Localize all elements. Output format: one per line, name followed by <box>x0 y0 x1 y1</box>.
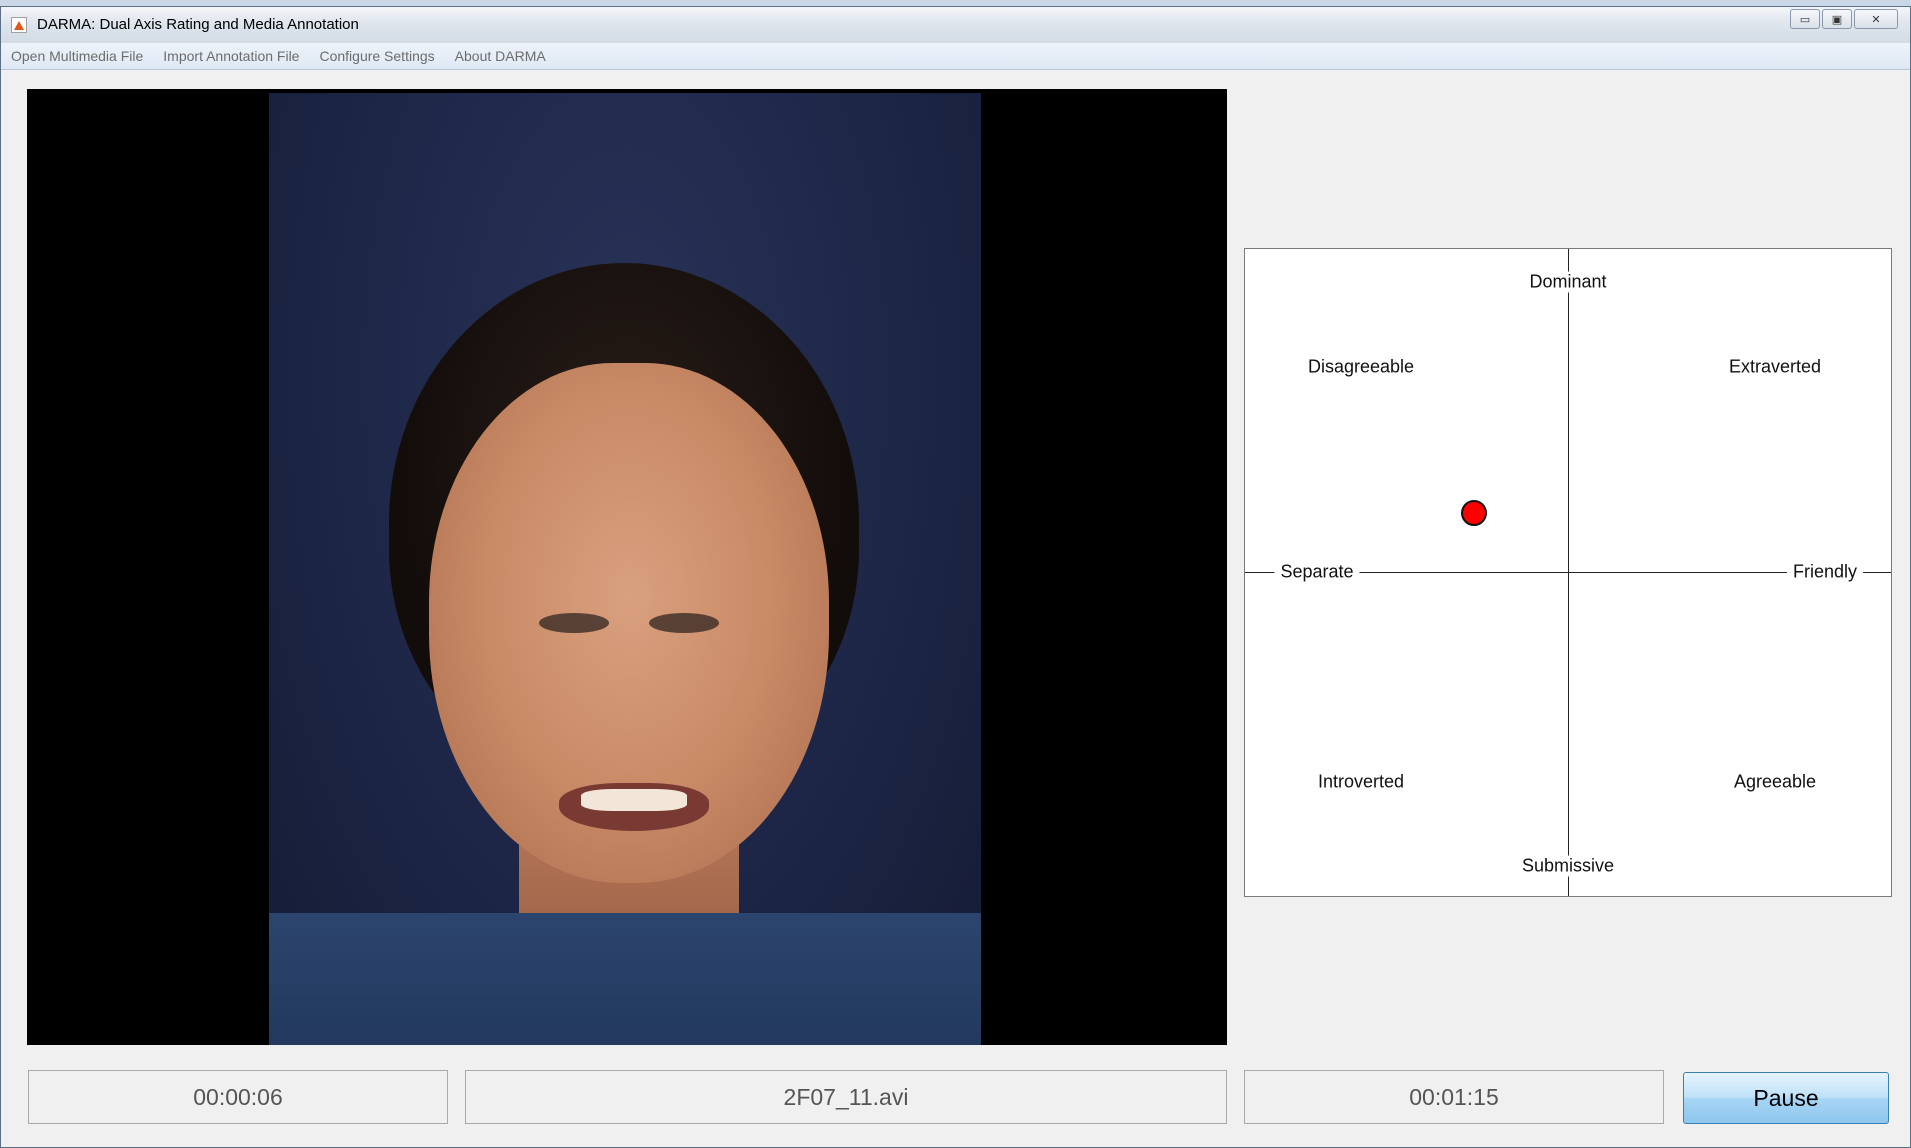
title-bar[interactable]: DARMA: Dual Axis Rating and Media Annota… <box>1 7 1910 44</box>
video-frame-face <box>269 93 981 1045</box>
label-extraverted: Extraverted <box>1722 356 1828 378</box>
video-subject-mouth <box>559 783 709 831</box>
video-subject-shirt <box>269 913 981 1045</box>
video-player <box>27 89 1227 1045</box>
rating-marker[interactable] <box>1461 500 1487 526</box>
label-disagreeable: Disagreeable <box>1301 356 1421 378</box>
pause-button[interactable]: Pause <box>1683 1072 1889 1124</box>
window-title: DARMA: Dual Axis Rating and Media Annota… <box>37 16 359 33</box>
video-subject-right-eye <box>649 613 719 633</box>
video-subject-teeth <box>581 789 687 811</box>
label-submissive: Submissive <box>1515 855 1621 877</box>
close-button[interactable]: ✕ <box>1854 9 1898 29</box>
window-controls: ▭ ▣ ✕ <box>1790 9 1898 29</box>
duration-display: 00:01:15 <box>1244 1070 1664 1124</box>
elapsed-time-display: 00:00:06 <box>28 1070 448 1124</box>
label-friendly: Friendly <box>1786 561 1864 583</box>
menu-configure-settings[interactable]: Configure Settings <box>319 48 434 64</box>
rating-grid[interactable]: Dominant Submissive Separate Friendly Di… <box>1244 248 1892 897</box>
menu-about-darma[interactable]: About DARMA <box>455 48 546 64</box>
minimize-button[interactable]: ▭ <box>1790 9 1820 29</box>
maximize-button[interactable]: ▣ <box>1822 9 1852 29</box>
matlab-app-icon <box>11 17 27 33</box>
menu-open-multimedia-file[interactable]: Open Multimedia File <box>11 48 143 64</box>
label-dominant: Dominant <box>1523 271 1613 293</box>
filename-display: 2F07_11.avi <box>465 1070 1227 1124</box>
label-introverted: Introverted <box>1311 771 1411 793</box>
video-subject-face <box>429 363 829 883</box>
label-separate: Separate <box>1274 561 1360 583</box>
label-agreeable: Agreeable <box>1727 771 1823 793</box>
video-subject-left-eye <box>539 613 609 633</box>
menu-import-annotation-file[interactable]: Import Annotation File <box>163 48 299 64</box>
menu-bar: Open Multimedia File Import Annotation F… <box>1 43 1910 70</box>
